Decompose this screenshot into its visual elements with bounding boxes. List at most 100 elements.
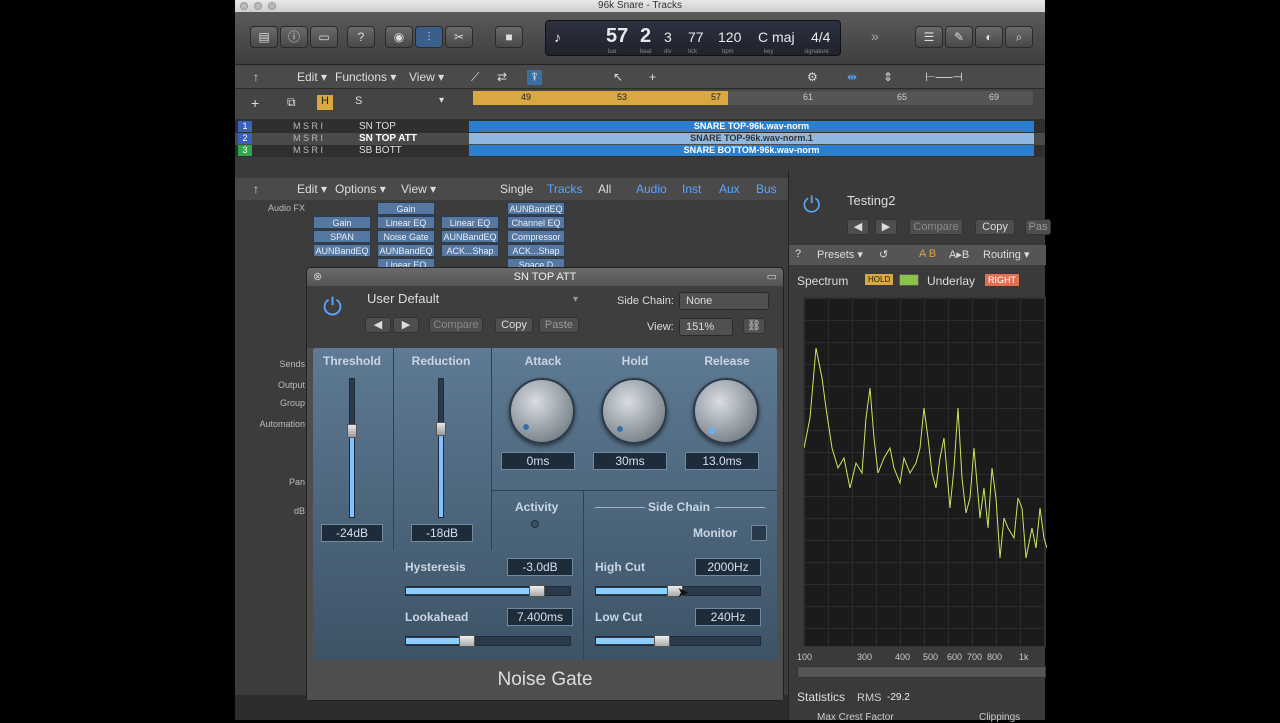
- copy-button[interactable]: Copy: [495, 317, 533, 333]
- hysteresis-slider[interactable]: [405, 585, 571, 597]
- analyzer-paste-button[interactable]: Pas: [1025, 219, 1051, 235]
- metronome-icon[interactable]: ♪: [554, 29, 561, 45]
- plugin-slot[interactable]: SPAN: [313, 230, 371, 243]
- resize-plugin-icon[interactable]: ▭: [767, 268, 777, 286]
- plugin-slot[interactable]: Noise Gate: [377, 230, 435, 243]
- stop-button[interactable]: ■: [495, 26, 523, 48]
- quick-help-button[interactable]: ?: [347, 26, 375, 48]
- attack-value[interactable]: 0ms: [501, 452, 575, 470]
- low-cut-slider[interactable]: [595, 635, 761, 647]
- side-chain-select[interactable]: None: [679, 292, 769, 310]
- settings-icon[interactable]: ⚙: [807, 70, 818, 84]
- view-zoom-select[interactable]: 151%: [679, 318, 733, 336]
- editors-button[interactable]: ✂: [445, 26, 473, 48]
- library-button[interactable]: ▤: [250, 26, 278, 48]
- reduction-handle[interactable]: [436, 421, 446, 436]
- monitor-checkbox[interactable]: [751, 525, 767, 541]
- routing-menu[interactable]: Routing ▾: [983, 248, 1030, 261]
- catch-icon[interactable]: ⇄: [497, 70, 507, 84]
- threshold-value[interactable]: -24dB: [321, 524, 383, 542]
- mixer-back-icon[interactable]: ↑: [253, 182, 259, 196]
- plugin-slot[interactable]: ACK...Shap: [441, 244, 499, 257]
- track-name[interactable]: SN TOP ATT: [359, 133, 417, 144]
- track-row[interactable]: 3 M S R I SB BOTT SNARE BOTTOM-96k.wav-n…: [235, 145, 1045, 157]
- filter-aux[interactable]: Aux: [719, 182, 740, 196]
- edit-menu[interactable]: Edit ▾: [297, 70, 327, 84]
- list-editors-button[interactable]: ☰: [915, 26, 943, 48]
- analyzer-power-icon[interactable]: ⏻: [803, 192, 820, 218]
- mute-solo-buttons[interactable]: M S R I: [293, 145, 323, 155]
- pencil-tool-icon[interactable]: +: [649, 70, 656, 84]
- compare-button[interactable]: Compare: [429, 317, 483, 333]
- previous-preset-button[interactable]: ◀: [365, 317, 391, 333]
- plugin-slot[interactable]: Gain: [377, 202, 435, 215]
- plugin-slot[interactable]: Linear EQ: [441, 216, 499, 229]
- analyzer-scrollbar[interactable]: [797, 666, 1046, 678]
- zoom-window-icon[interactable]: [268, 2, 276, 10]
- track-name[interactable]: SN TOP: [359, 121, 396, 132]
- audio-region[interactable]: SNARE TOP-96k.wav-norm: [469, 121, 1034, 132]
- snap-icon[interactable]: ⍒: [527, 70, 543, 85]
- waveform-zoom-icon[interactable]: ⇹: [847, 70, 857, 84]
- mixer-view-menu[interactable]: View ▾: [401, 182, 436, 196]
- filter-audio[interactable]: Audio: [636, 182, 667, 196]
- right-channel-button[interactable]: RIGHT: [985, 274, 1019, 286]
- ruler[interactable]: 49 53 57 61 65 69: [473, 91, 1033, 105]
- analyzer-compare-button[interactable]: Compare: [909, 219, 963, 235]
- mute-solo-buttons[interactable]: M S R I: [293, 133, 323, 143]
- plugin-slot[interactable]: ACK...Shap: [507, 244, 565, 257]
- mixer-edit-menu[interactable]: Edit ▾: [297, 182, 327, 196]
- reduction-fader[interactable]: [436, 378, 446, 518]
- track-name[interactable]: SB BOTT: [359, 145, 402, 156]
- analyzer-prev-button[interactable]: ◀: [847, 219, 869, 235]
- plugin-slot[interactable]: AUNBandEQ: [507, 202, 565, 215]
- lcd-display[interactable]: ♪ 57 2 3 77 120 C maj 4/4 bar beat div t…: [545, 20, 841, 56]
- back-icon[interactable]: ↑: [253, 70, 259, 84]
- plugin-slot[interactable]: Compressor: [507, 230, 565, 243]
- zoom-slider-icon[interactable]: ⊢──⊣: [925, 70, 963, 84]
- track-menu-icon[interactable]: ▾: [439, 95, 444, 106]
- plugin-slot[interactable]: Gain: [313, 216, 371, 229]
- hysteresis-value[interactable]: -3.0dB: [507, 558, 573, 576]
- hide-button[interactable]: H: [317, 95, 333, 110]
- filter-single[interactable]: Single: [500, 182, 533, 196]
- view-menu[interactable]: View ▾: [409, 70, 444, 84]
- hold-value[interactable]: 30ms: [593, 452, 667, 470]
- spectrum-color-swatch[interactable]: [899, 274, 919, 286]
- notepad-button[interactable]: ✎: [945, 26, 973, 48]
- add-track-icon[interactable]: +: [251, 95, 259, 111]
- lookahead-value[interactable]: 7.400ms: [507, 608, 573, 626]
- filter-bus[interactable]: Bus: [756, 182, 777, 196]
- preset-menu[interactable]: User Default: [361, 291, 581, 309]
- cycle-region[interactable]: [473, 91, 728, 105]
- close-window-icon[interactable]: [240, 2, 248, 10]
- audio-region[interactable]: SNARE TOP-96k.wav-norm.1: [469, 133, 1034, 144]
- analyzer-copy-button[interactable]: Copy: [975, 219, 1015, 235]
- threshold-handle[interactable]: [347, 424, 357, 439]
- vertical-zoom-icon[interactable]: ⇕: [883, 70, 893, 84]
- flex-icon[interactable]: ⟋: [471, 70, 479, 85]
- attack-knob[interactable]: [509, 378, 575, 444]
- power-icon[interactable]: ⏻: [323, 294, 342, 322]
- track-row[interactable]: 1 M S R I SN TOP SNARE TOP-96k.wav-norm: [235, 121, 1045, 133]
- mixer-options-menu[interactable]: Options ▾: [335, 182, 386, 196]
- lookahead-handle[interactable]: [458, 635, 475, 647]
- threshold-fader[interactable]: [347, 378, 357, 518]
- presets-menu[interactable]: Presets ▾: [817, 248, 863, 261]
- preset-arrow-icon[interactable]: ▾: [573, 294, 578, 305]
- toolbar-overflow-icon[interactable]: »: [871, 28, 879, 44]
- ab-copy-button[interactable]: A▸B: [949, 248, 969, 261]
- plugin-slot[interactable]: AUNBandEQ: [313, 244, 371, 257]
- filter-inst[interactable]: Inst: [682, 182, 701, 196]
- plugin-slot[interactable]: Channel EQ: [507, 216, 565, 229]
- release-value[interactable]: 13.0ms: [685, 452, 759, 470]
- hysteresis-handle[interactable]: [529, 585, 546, 597]
- smart-controls-button[interactable]: ◉: [385, 26, 413, 48]
- track-row[interactable]: 2 M S R I SN TOP ATT SNARE TOP-96k.wav-n…: [235, 133, 1045, 145]
- solo-global-button[interactable]: S: [355, 95, 362, 107]
- undo-icon[interactable]: ↺: [879, 248, 888, 261]
- duplicate-track-icon[interactable]: ⧉: [287, 95, 296, 110]
- minimize-window-icon[interactable]: [254, 2, 262, 10]
- mute-solo-buttons[interactable]: M S R I: [293, 121, 323, 131]
- filter-tracks[interactable]: Tracks: [547, 182, 583, 196]
